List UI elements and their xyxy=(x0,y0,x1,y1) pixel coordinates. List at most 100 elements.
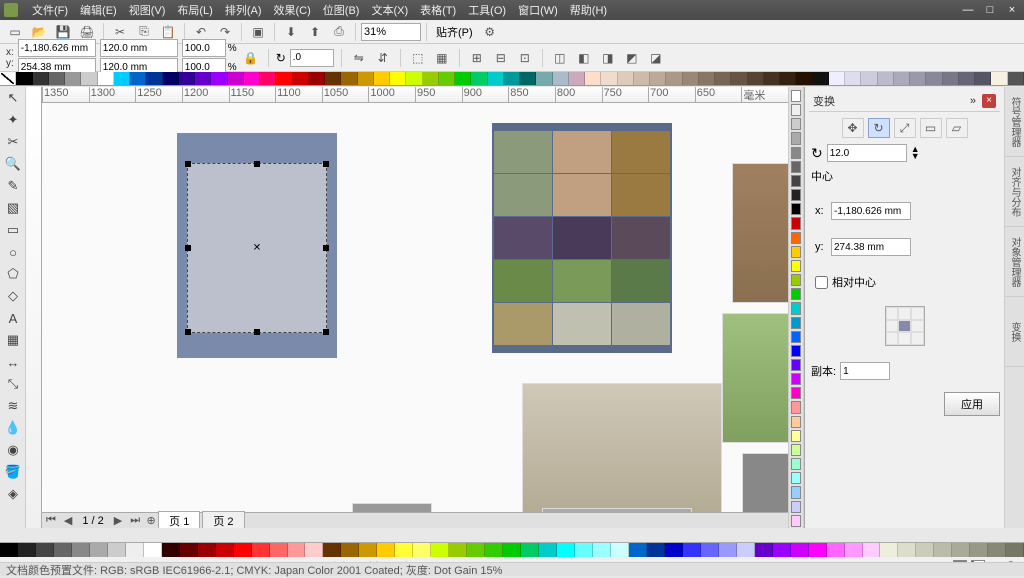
color-swatch[interactable] xyxy=(305,543,323,557)
color-swatch[interactable] xyxy=(813,72,829,85)
shape-tool[interactable]: ✦ xyxy=(1,109,25,131)
color-swatch[interactable] xyxy=(878,72,894,85)
color-swatch[interactable] xyxy=(276,72,292,85)
scale-mode-icon[interactable]: ⤢ xyxy=(894,118,916,138)
color-swatch[interactable] xyxy=(325,72,341,85)
color-swatch[interactable] xyxy=(791,458,801,470)
color-swatch[interactable] xyxy=(991,72,1007,85)
color-swatch[interactable] xyxy=(72,543,90,557)
color-swatch[interactable] xyxy=(260,72,276,85)
color-swatch[interactable] xyxy=(780,72,796,85)
color-swatch[interactable] xyxy=(666,72,682,85)
width-input[interactable] xyxy=(100,39,178,57)
color-swatch[interactable] xyxy=(49,72,65,85)
color-swatch[interactable] xyxy=(791,401,801,413)
color-swatch[interactable] xyxy=(455,72,471,85)
photo-3[interactable] xyxy=(522,383,722,528)
color-swatch[interactable] xyxy=(791,501,801,513)
anchor-grid[interactable] xyxy=(885,306,925,346)
color-swatch[interactable] xyxy=(737,543,755,557)
color-swatch[interactable] xyxy=(809,543,827,557)
color-swatch[interactable] xyxy=(98,72,114,85)
center-x-input[interactable] xyxy=(831,202,911,220)
color-swatch[interactable] xyxy=(916,543,934,557)
menu-位图(B)[interactable]: 位图(B) xyxy=(317,2,366,18)
color-swatch[interactable] xyxy=(601,72,617,85)
menu-窗口(W)[interactable]: 窗口(W) xyxy=(512,2,564,18)
color-swatch[interactable] xyxy=(611,543,629,557)
color-swatch[interactable] xyxy=(827,543,845,557)
color-swatch[interactable] xyxy=(791,416,801,428)
side-tab[interactable]: 对齐与分布 xyxy=(1005,157,1024,227)
color-swatch[interactable] xyxy=(569,72,585,85)
color-swatch[interactable] xyxy=(439,72,455,85)
color-swatch[interactable] xyxy=(791,132,801,144)
crop-tool[interactable]: ✂ xyxy=(1,131,25,153)
zoom-tool[interactable]: 🔍 xyxy=(1,153,25,175)
basic-shapes-tool[interactable]: ◇ xyxy=(1,285,25,307)
polygon-tool[interactable]: ⬠ xyxy=(1,263,25,285)
text-tool[interactable]: A xyxy=(1,307,25,329)
align-icon[interactable]: ⬚ xyxy=(408,48,428,68)
color-swatch[interactable] xyxy=(748,72,764,85)
ellipse-tool[interactable]: ○ xyxy=(1,241,25,263)
color-swatch[interactable] xyxy=(130,72,146,85)
color-swatch[interactable] xyxy=(406,72,422,85)
color-swatch[interactable] xyxy=(1008,72,1024,85)
color-swatch[interactable] xyxy=(216,543,234,557)
color-swatch[interactable] xyxy=(180,543,198,557)
color-swatch[interactable] xyxy=(211,72,227,85)
color-swatch[interactable] xyxy=(898,543,916,557)
color-swatch[interactable] xyxy=(845,72,861,85)
center-y-input[interactable] xyxy=(831,238,911,256)
publish-button[interactable]: ⎙ xyxy=(328,22,350,42)
color-swatch[interactable] xyxy=(791,90,801,102)
color-swatch[interactable] xyxy=(413,543,431,557)
color-swatch[interactable] xyxy=(701,543,719,557)
angle-spinner[interactable]: ▲▼ xyxy=(911,146,920,160)
color-swatch[interactable] xyxy=(234,543,252,557)
color-swatch[interactable] xyxy=(926,72,942,85)
simplify-icon[interactable]: ◪ xyxy=(646,48,666,68)
color-swatch[interactable] xyxy=(791,147,801,159)
menu-帮助(H)[interactable]: 帮助(H) xyxy=(564,2,613,18)
docker-flyout-icon[interactable]: » xyxy=(970,95,976,107)
color-swatch[interactable] xyxy=(539,543,557,557)
menu-效果(C)[interactable]: 效果(C) xyxy=(268,2,317,18)
position-mode-icon[interactable]: ✥ xyxy=(842,118,864,138)
selection-overlay[interactable]: ✕ xyxy=(187,163,327,333)
photo-2[interactable] xyxy=(722,313,788,443)
color-swatch[interactable] xyxy=(719,543,737,557)
color-swatch[interactable] xyxy=(791,472,801,484)
color-swatch[interactable] xyxy=(943,72,959,85)
color-swatch[interactable] xyxy=(198,543,216,557)
color-swatch[interactable] xyxy=(521,543,539,557)
first-page-button[interactable]: ⏮ xyxy=(42,514,60,527)
color-palette-bottom[interactable] xyxy=(0,543,1024,557)
color-swatch[interactable] xyxy=(423,72,439,85)
color-swatch[interactable] xyxy=(791,175,801,187)
next-page-button[interactable]: ▶ xyxy=(110,514,126,527)
color-swatch[interactable] xyxy=(341,543,359,557)
color-swatch[interactable] xyxy=(90,543,108,557)
menu-排列(A)[interactable]: 排列(A) xyxy=(219,2,268,18)
color-swatch[interactable] xyxy=(179,72,195,85)
canvas[interactable]: ✕ xyxy=(42,103,788,512)
color-swatch[interactable] xyxy=(764,72,780,85)
copies-input[interactable] xyxy=(840,362,890,380)
last-page-button[interactable]: ⏭ xyxy=(126,514,144,527)
color-swatch[interactable] xyxy=(634,72,650,85)
color-swatch[interactable] xyxy=(309,72,325,85)
color-swatch[interactable] xyxy=(934,543,952,557)
trim-icon[interactable]: ◨ xyxy=(598,48,618,68)
menu-布局(L)[interactable]: 布局(L) xyxy=(171,2,218,18)
color-swatch[interactable] xyxy=(791,373,801,385)
color-swatch[interactable] xyxy=(252,543,270,557)
color-swatch[interactable] xyxy=(359,543,377,557)
color-swatch[interactable] xyxy=(16,72,32,85)
color-swatch[interactable] xyxy=(791,274,801,286)
color-swatch[interactable] xyxy=(358,72,374,85)
color-swatch[interactable] xyxy=(683,72,699,85)
color-swatch[interactable] xyxy=(1006,543,1024,557)
dimension-tool[interactable]: ↔ xyxy=(1,351,25,373)
